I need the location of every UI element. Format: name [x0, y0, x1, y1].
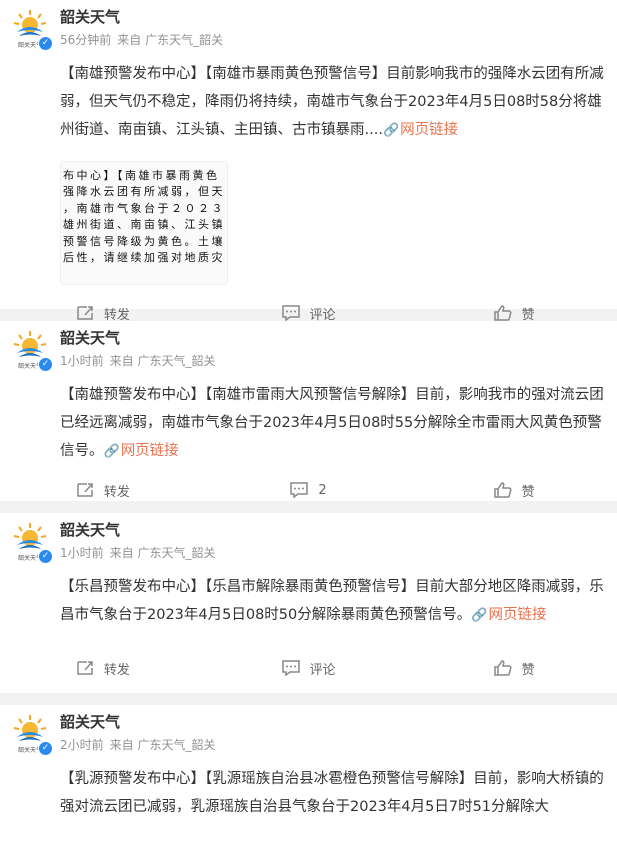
- comment-count: 2: [318, 482, 327, 498]
- repost-label: 转发: [103, 484, 130, 500]
- repost-button[interactable]: 转发: [0, 304, 206, 323]
- comment-icon: [290, 482, 309, 498]
- comment-icon: [281, 305, 300, 321]
- comment-label: 评论: [309, 307, 336, 323]
- comment-icon: [281, 660, 300, 676]
- post-text: 【乐昌预警发布中心】【乐昌市解除暴雨黄色预警信号】目前大部分地区降雨减弱，乐昌市…: [0, 573, 617, 630]
- action-bar: 转发 评论 赞: [0, 646, 617, 690]
- post-meta: 56分钟前 来自 广东天气_韶关: [60, 31, 229, 48]
- post-text: 【南雄预警发布中心】【南雄市雷雨大风预警信号解除】目前，影响我市的强对流云团已经…: [0, 381, 617, 466]
- username[interactable]: 韶关天气: [60, 519, 120, 540]
- post-header: 韶关天气 ✓ 韶关天气 1小时前 来自 广东天气_韶关: [0, 513, 617, 573]
- comment-button[interactable]: 评论: [206, 304, 412, 323]
- post-text: 【乳源预警发布中心】【乳源瑶族自治县冰雹橙色预警信号解除】目前，影响大桥镇的强对…: [0, 765, 617, 821]
- username[interactable]: 韶关天气: [60, 327, 120, 348]
- comment-label: 评论: [309, 662, 336, 678]
- post-image[interactable]: 布中心】【南雄市暴雨黄色 强降水云团有所减弱，但天 ，南雄市气象台于２０２３ 雄…: [60, 161, 228, 285]
- repost-label: 转发: [103, 662, 130, 678]
- repost-label: 转发: [103, 307, 130, 323]
- web-link[interactable]: 🔗网页链接: [383, 122, 458, 138]
- post-meta: 2小时前 来自 广东天气_韶关: [60, 736, 221, 753]
- repost-icon: [77, 483, 93, 497]
- web-link-label: 网页链接: [488, 607, 547, 623]
- like-icon: [493, 482, 512, 498]
- web-link-label: 网页链接: [400, 122, 459, 138]
- post-time[interactable]: 56分钟前: [60, 33, 111, 47]
- link-icon: 🔗: [382, 123, 400, 138]
- like-button[interactable]: 赞: [411, 304, 617, 323]
- post-time[interactable]: 1小时前: [60, 354, 104, 368]
- post-header: 韶关天气 ✓ 韶关天气 1小时前 来自 广东天气_韶关: [0, 321, 617, 381]
- web-link[interactable]: 🔗网页链接: [471, 607, 546, 623]
- post-time[interactable]: 1小时前: [60, 546, 104, 560]
- verified-badge-icon: ✓: [38, 549, 53, 564]
- like-label: 赞: [521, 484, 535, 500]
- post-source: 来自 广东天气_韶关: [109, 738, 216, 752]
- link-icon: 🔗: [471, 608, 488, 623]
- image-text-line: 布中心】【南雄市暴雨黄色: [63, 169, 220, 182]
- repost-icon: [77, 306, 93, 320]
- like-button[interactable]: 赞: [411, 481, 617, 500]
- link-icon: 🔗: [103, 444, 120, 459]
- like-label: 赞: [521, 662, 535, 678]
- username[interactable]: 韶关天气: [60, 6, 120, 27]
- repost-button[interactable]: 转发: [0, 481, 206, 500]
- repost-icon: [77, 661, 93, 675]
- post-card: 韶关天气 ✓ 韶关天气 1小时前 来自 广东天气_韶关 【乐昌预警发布中心】【乐昌…: [0, 513, 617, 693]
- weibo-feed: 韶关天气 ✓ 韶关天气 56分钟前 来自 广东天气_韶关 【南雄预警发布中心】【南…: [0, 0, 617, 845]
- post-card: 韶关天气 ✓ 韶关天气 56分钟前 来自 广东天气_韶关 【南雄预警发布中心】【南…: [0, 0, 617, 323]
- repost-button[interactable]: 转发: [0, 659, 206, 678]
- web-link-label: 网页链接: [120, 443, 179, 459]
- post-header: 韶关天气 ✓ 韶关天气 2小时前 来自 广东天气_韶关: [0, 705, 617, 765]
- verified-badge-icon: ✓: [38, 741, 53, 756]
- web-link[interactable]: 🔗网页链接: [104, 443, 179, 459]
- verified-badge-icon: ✓: [38, 36, 53, 51]
- like-label: 赞: [521, 307, 535, 323]
- post-body: 【乳源预警发布中心】【乳源瑶族自治县冰雹橙色预警信号解除】目前，影响大桥镇的强对…: [60, 771, 604, 815]
- post-card: 韶关天气 ✓ 韶关天气 1小时前 来自 广东天气_韶关 【南雄预警发布中心】【南雄…: [0, 321, 617, 501]
- post-source: 来自 广东天气_韶关: [109, 546, 216, 560]
- image-text-line: ，南雄市气象台于２０２３: [63, 201, 225, 215]
- like-icon: [493, 305, 512, 321]
- post-meta: 1小时前 来自 广东天气_韶关: [60, 352, 221, 369]
- like-icon: [493, 660, 512, 676]
- image-text-line: 预警信号降级为黄色。土壤: [63, 234, 225, 248]
- image-text-line: 强降水云团有所减弱，但天: [63, 185, 225, 199]
- post-header: 韶关天气 ✓ 韶关天气 56分钟前 来自 广东天气_韶关: [0, 0, 617, 60]
- comment-button[interactable]: 评论: [206, 659, 412, 678]
- post-meta: 1小时前 来自 广东天气_韶关: [60, 544, 221, 561]
- image-text-line: 雄州街道、南亩镇、江头镇: [63, 218, 225, 232]
- post-card: 韶关天气 ✓ 韶关天气 2小时前 来自 广东天气_韶关 【乳源预警发布中心】【乳源…: [0, 705, 617, 845]
- action-bar: 转发 2 赞: [0, 468, 617, 512]
- comment-button[interactable]: 2: [206, 482, 412, 498]
- post-time[interactable]: 2小时前: [60, 738, 104, 752]
- post-body: 【南雄预警发布中心】【南雄市暴雨黄色预警信号】目前影响我市的强降水云团有所减弱，…: [60, 66, 604, 138]
- verified-badge-icon: ✓: [38, 357, 53, 372]
- post-source: 来自 广东天气_韶关: [117, 33, 224, 47]
- image-text-line: 后性，请继续加强对地质灾: [63, 251, 225, 265]
- post-text: 【南雄预警发布中心】【南雄市暴雨黄色预警信号】目前影响我市的强降水云团有所减弱，…: [0, 60, 617, 145]
- like-button[interactable]: 赞: [411, 659, 617, 678]
- username[interactable]: 韶关天气: [60, 711, 120, 732]
- post-source: 来自 广东天气_韶关: [109, 354, 216, 368]
